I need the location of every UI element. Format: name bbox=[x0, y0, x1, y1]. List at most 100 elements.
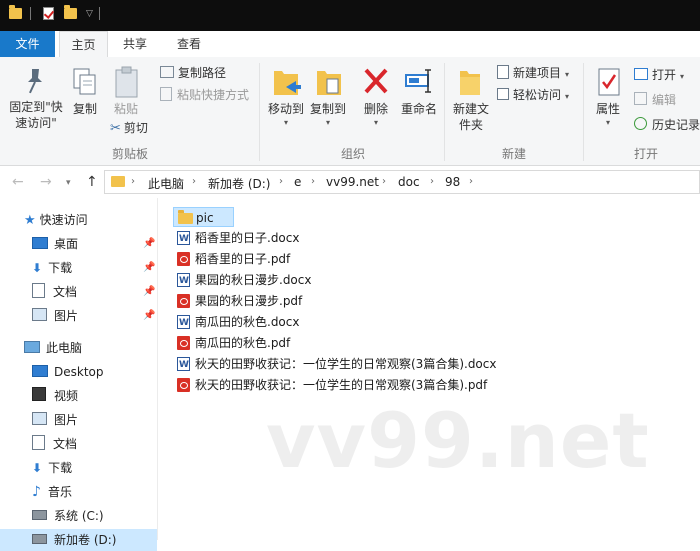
chevron-right-icon[interactable]: › bbox=[430, 176, 434, 187]
breadcrumb-98[interactable]: 98 bbox=[445, 175, 460, 189]
computer-icon bbox=[24, 341, 40, 353]
breadcrumb-vv99[interactable]: vv99.net bbox=[326, 175, 379, 189]
nav-videos[interactable]: 视频 bbox=[32, 385, 78, 407]
copy-path-label: 复制路径 bbox=[178, 66, 227, 80]
nav-label: 图片 bbox=[54, 309, 79, 323]
back-arrow-icon[interactable]: ← bbox=[12, 174, 24, 190]
chevron-right-icon[interactable]: › bbox=[131, 176, 135, 187]
chevron-right-icon[interactable]: › bbox=[382, 176, 386, 187]
video-icon bbox=[32, 387, 46, 401]
file-list: pic 稻香里的日子.docx 稻香里的日子.pdf 果园的秋日漫步.docx 果园的秋… bbox=[158, 198, 700, 540]
nav-label: 此电脑 bbox=[46, 341, 83, 355]
paste-icon bbox=[115, 66, 138, 98]
paste-shortcut-icon bbox=[160, 87, 172, 101]
word-document-icon bbox=[177, 229, 190, 249]
open-button[interactable]: 打开 ▾ bbox=[634, 67, 684, 85]
folder-row[interactable]: pic bbox=[173, 207, 234, 227]
folder-icon bbox=[111, 176, 125, 187]
forward-arrow-icon[interactable]: → bbox=[40, 174, 52, 190]
nav-drive-d[interactable]: 新加卷 (D:) bbox=[0, 529, 157, 551]
nav-desktop[interactable]: 桌面 bbox=[32, 233, 78, 255]
nav-documents-pc[interactable]: 文档 bbox=[32, 433, 77, 455]
easy-access-label: 轻松访问 bbox=[513, 88, 562, 102]
paste-shortcut-label: 粘贴快捷方式 bbox=[177, 88, 250, 102]
nav-drive-c[interactable]: 系统 (C:) bbox=[32, 505, 104, 527]
nav-downloads-pc[interactable]: ⬇ 下载 bbox=[32, 457, 72, 479]
nav-pictures-pc[interactable]: 图片 bbox=[32, 409, 78, 431]
music-note-icon: ♪ bbox=[32, 484, 41, 500]
paste-label: 粘贴 bbox=[113, 102, 138, 116]
nav-downloads[interactable]: ⬇ 下载 bbox=[32, 257, 72, 279]
new-folder-icon[interactable] bbox=[64, 5, 77, 19]
nav-quick-access[interactable]: ★ 快速访问 bbox=[24, 209, 88, 231]
download-arrow-icon: ⬇ bbox=[32, 261, 43, 275]
easy-access-icon bbox=[497, 88, 509, 100]
nav-label: 新加卷 (D:) bbox=[54, 533, 117, 547]
up-arrow-icon[interactable]: ↑ bbox=[86, 174, 98, 190]
chevron-right-icon[interactable]: › bbox=[192, 176, 196, 187]
pdf-icon bbox=[177, 336, 190, 350]
edit-button[interactable]: 编辑 bbox=[634, 92, 676, 108]
group-divider bbox=[444, 63, 445, 161]
nav-documents[interactable]: 文档 bbox=[32, 281, 77, 303]
pin-icon[interactable]: 📌 bbox=[143, 262, 155, 273]
breadcrumb-e[interactable]: e bbox=[294, 175, 301, 189]
copy-path-button[interactable]: 复制路径 bbox=[160, 65, 226, 81]
file-name: 稻香里的日子.docx bbox=[195, 231, 300, 245]
chevron-right-icon[interactable]: › bbox=[279, 176, 283, 187]
history-button[interactable]: 历史记录 bbox=[634, 117, 700, 133]
chevron-right-icon[interactable]: › bbox=[469, 176, 473, 187]
nav-desktop-en[interactable]: Desktop bbox=[32, 361, 104, 383]
open-icon bbox=[634, 68, 648, 80]
breadcrumb-drive-d[interactable]: 新加卷 (D:) bbox=[208, 175, 270, 192]
tab-share[interactable]: 共享 bbox=[112, 31, 158, 57]
nav-label: 音乐 bbox=[47, 485, 72, 499]
folder-icon[interactable] bbox=[9, 5, 22, 19]
address-bar[interactable]: › 此电脑 › 新加卷 (D:) › e › vv99.net › doc › … bbox=[104, 170, 700, 194]
tab-home[interactable]: 主页 bbox=[59, 31, 108, 58]
nav-label: 图片 bbox=[54, 413, 79, 427]
document-icon bbox=[32, 283, 45, 298]
copy-path-icon bbox=[160, 66, 174, 78]
customize-toolbar-dropdown[interactable]: ▽ bbox=[86, 9, 93, 19]
folder-icon bbox=[178, 210, 193, 224]
recent-locations-chevron-icon[interactable]: ▾ bbox=[66, 178, 71, 188]
group-divider bbox=[583, 63, 584, 161]
download-arrow-icon: ⬇ bbox=[32, 461, 43, 475]
delete-x-icon bbox=[364, 68, 388, 94]
group-divider bbox=[259, 63, 260, 161]
nav-label: 下载 bbox=[48, 261, 73, 275]
breadcrumb-this-pc[interactable]: 此电脑 bbox=[148, 175, 184, 192]
picture-icon bbox=[32, 412, 47, 425]
chevron-right-icon[interactable]: › bbox=[311, 176, 315, 187]
paste-shortcut-button[interactable]: 粘贴快捷方式 bbox=[160, 87, 249, 103]
pin-icon[interactable]: 📌 bbox=[143, 286, 155, 297]
scissors-icon: ✂ bbox=[110, 121, 121, 136]
picture-icon bbox=[32, 308, 47, 321]
nav-pictures[interactable]: 图片 bbox=[32, 305, 78, 327]
cut-button[interactable]: ✂ 剪切 bbox=[110, 120, 148, 137]
pdf-icon bbox=[177, 378, 190, 392]
properties-icon[interactable] bbox=[43, 7, 54, 20]
pin-icon[interactable]: 📌 bbox=[143, 238, 155, 249]
open-label: 打开 bbox=[652, 68, 677, 82]
word-document-icon bbox=[177, 313, 190, 333]
file-name: 南瓜田的秋色.pdf bbox=[195, 336, 291, 350]
nav-music[interactable]: ♪ 音乐 bbox=[32, 481, 72, 503]
breadcrumb-doc[interactable]: doc bbox=[398, 175, 420, 189]
nav-label: 视频 bbox=[54, 389, 79, 403]
nav-label: 文档 bbox=[53, 285, 78, 299]
copy-to-icon bbox=[317, 71, 341, 95]
easy-access-button[interactable]: 轻松访问 ▾ bbox=[497, 87, 569, 105]
move-to-icon bbox=[274, 71, 301, 95]
tab-file[interactable]: 文件 bbox=[0, 31, 55, 57]
tab-view[interactable]: 查看 bbox=[166, 31, 212, 57]
pin-icon[interactable]: 📌 bbox=[143, 310, 155, 321]
chevron-down-icon: ▾ bbox=[605, 118, 610, 127]
chevron-down-icon: ▾ bbox=[283, 118, 288, 127]
nav-label: Desktop bbox=[54, 365, 104, 379]
new-item-button[interactable]: 新建项目 ▾ bbox=[497, 65, 569, 83]
nav-this-pc[interactable]: 此电脑 bbox=[24, 337, 82, 359]
chevron-down-icon: ▾ bbox=[565, 92, 570, 101]
file-name: 稻香里的日子.pdf bbox=[195, 252, 291, 266]
